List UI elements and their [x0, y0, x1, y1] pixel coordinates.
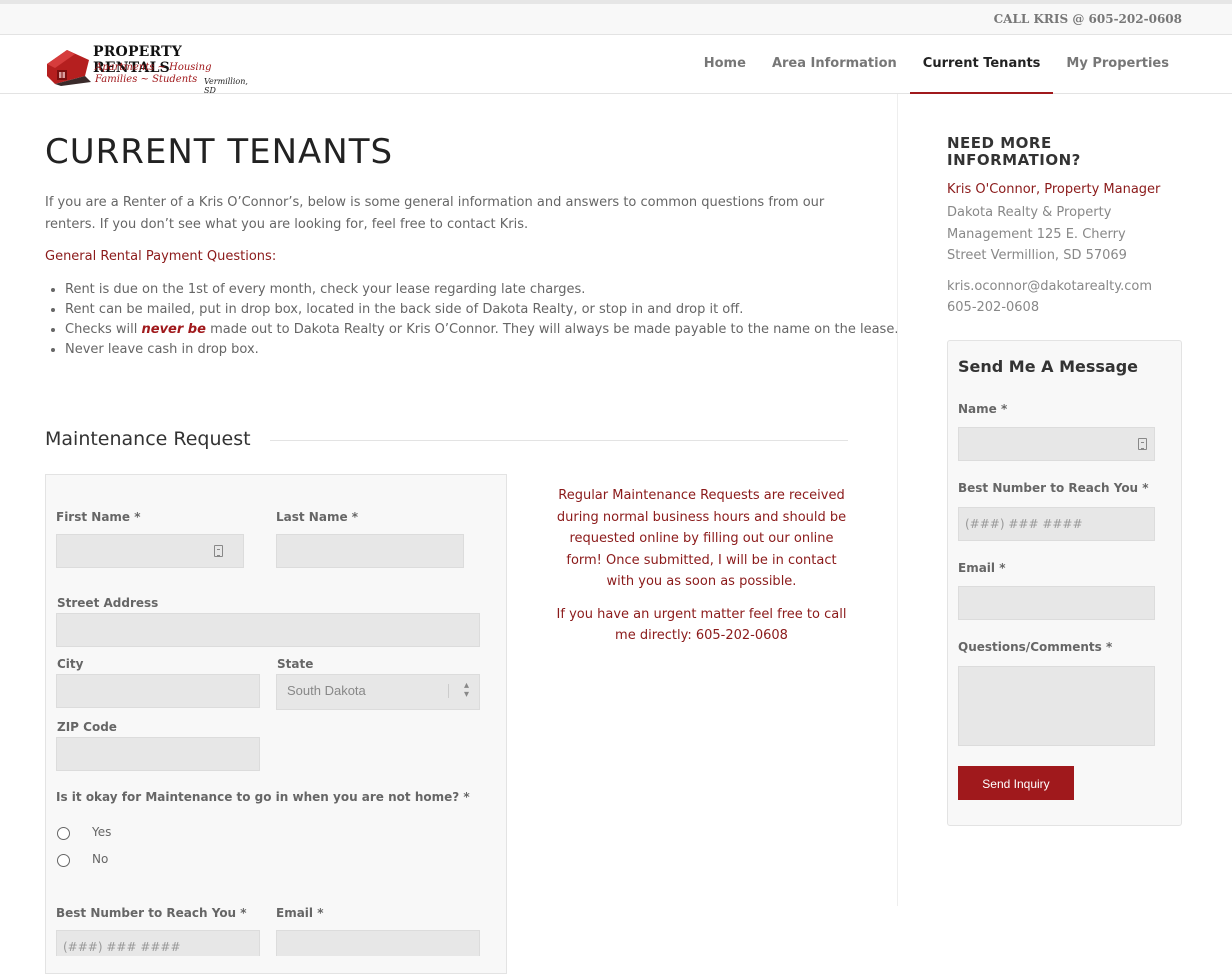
list-item: Checks will never be made out to Dakota …	[65, 320, 898, 340]
sidebar-heading: NEED MORE INFORMATION?	[947, 134, 1081, 169]
email-label: Email *	[276, 906, 324, 920]
state-select[interactable]: South Dakota ▴ ▾	[276, 674, 480, 710]
last-name-label: Last Name *	[276, 510, 359, 524]
emphasis-never-be: never be	[141, 322, 206, 337]
comments-label: Questions/Comments *	[958, 640, 1113, 654]
select-arrows-icon: ▴ ▾	[463, 680, 469, 700]
send-inquiry-button[interactable]: Send Inquiry	[958, 766, 1074, 800]
comments-textarea[interactable]	[958, 666, 1155, 746]
house-icon	[47, 50, 91, 86]
page-title: CURRENT TENANTS	[45, 132, 394, 172]
city-input[interactable]	[56, 674, 260, 708]
maintenance-entry-question: Is it okay for Maintenance to go in when…	[56, 790, 470, 804]
nav-area-information[interactable]: Area Information	[759, 35, 910, 94]
site-logo[interactable]: PROPERTY RENTALS Apartments ~ Housing Fa…	[45, 42, 260, 95]
email-input[interactable]	[276, 930, 480, 956]
logo-location: Vermillion, SD	[204, 77, 248, 95]
list-item: Never leave cash in drop box.	[65, 340, 898, 360]
sidebar-email-label: Email *	[958, 561, 1006, 575]
site-header: PROPERTY RENTALS Apartments ~ Housing Fa…	[0, 35, 1232, 95]
name-label: Name *	[958, 402, 1008, 416]
maintenance-request-title: Maintenance Request	[45, 428, 251, 450]
main-nav: Home Area Information Current Tenants My…	[691, 35, 1182, 94]
maintenance-notice: Regular Maintenance Requests are receive…	[555, 485, 848, 658]
divider	[448, 684, 449, 698]
state-selected-value: South Dakota	[287, 683, 366, 698]
contact-card-icon	[1138, 438, 1147, 450]
number-label: Best Number to Reach You *	[958, 481, 1149, 495]
last-name-input[interactable]	[276, 534, 464, 568]
rental-rules-list: Rent is due on the 1st of every month, c…	[45, 280, 898, 360]
message-form-title: Send Me A Message	[958, 357, 1139, 376]
list-item: Rent is due on the 1st of every month, c…	[65, 280, 898, 300]
best-number-label: Best Number to Reach You *	[56, 906, 247, 920]
number-placeholder: (###) ### ####	[965, 517, 1083, 531]
radio-no[interactable]	[57, 854, 70, 867]
call-kris-text: CALL KRIS @ 605-202-0608	[993, 12, 1182, 26]
notice-paragraph-2: If you have an urgent matter feel free t…	[556, 606, 847, 644]
logo-subtitle-2: Families ~ Students	[95, 74, 198, 85]
sidebar-email-input[interactable]	[958, 586, 1155, 620]
radio-yes[interactable]	[57, 827, 70, 840]
state-label: State	[277, 657, 314, 671]
general-questions-heading: General Rental Payment Questions:	[45, 249, 277, 264]
radio-no-label: No	[92, 852, 109, 866]
nav-home[interactable]: Home	[691, 35, 759, 94]
first-name-input[interactable]	[56, 534, 244, 568]
street-address-label: Street Address	[57, 596, 159, 610]
top-bar: CALL KRIS @ 605-202-0608	[0, 0, 1232, 35]
zip-code-label: ZIP Code	[57, 720, 117, 734]
best-number-placeholder: (###) ### ####	[63, 940, 181, 954]
manager-name: Kris O'Connor, Property Manager	[947, 182, 1161, 197]
city-label: City	[57, 657, 84, 671]
office-address: Dakota Realty & Property Management 125 …	[947, 205, 1127, 263]
zip-code-input[interactable]	[56, 737, 260, 771]
street-address-input[interactable]	[56, 613, 480, 647]
intro-paragraph: If you are a Renter of a Kris O’Connor’s…	[45, 195, 825, 232]
contact-email[interactable]: kris.oconnor@dakotarealty.com	[947, 279, 1152, 294]
nav-my-properties[interactable]: My Properties	[1053, 35, 1182, 94]
first-name-label: First Name *	[56, 510, 141, 524]
nav-current-tenants[interactable]: Current Tenants	[909, 35, 1054, 94]
divider	[270, 440, 848, 441]
notice-paragraph-1: Regular Maintenance Requests are receive…	[556, 488, 847, 589]
radio-yes-label: Yes	[92, 825, 112, 839]
number-input[interactable]: (###) ### ####	[958, 507, 1155, 541]
logo-subtitle-1: Apartments ~ Housing	[95, 62, 212, 73]
name-input[interactable]	[958, 427, 1155, 461]
contact-phone[interactable]: 605-202-0608	[947, 300, 1039, 315]
contact-card-icon	[214, 545, 223, 557]
list-item: Rent can be mailed, put in drop box, loc…	[65, 300, 898, 320]
best-number-input[interactable]: (###) ### ####	[56, 930, 260, 956]
